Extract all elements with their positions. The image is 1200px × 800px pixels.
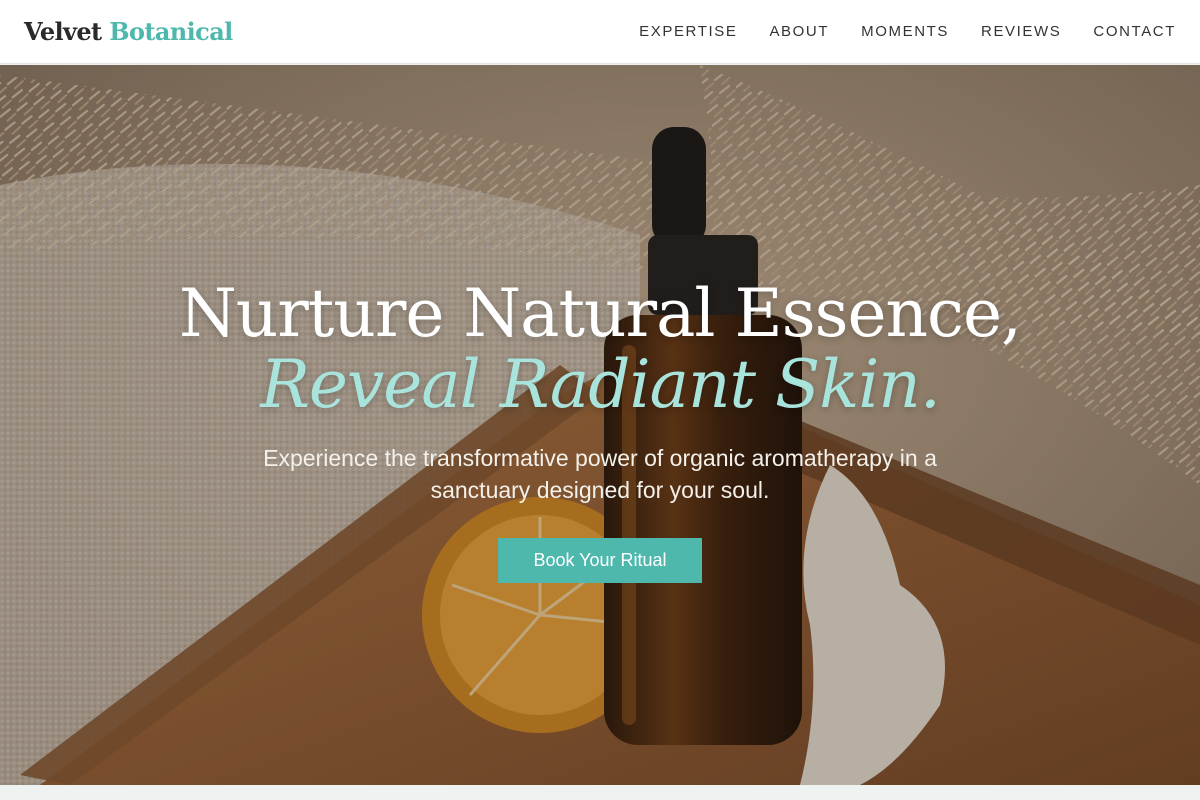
hero-section: Nurture Natural Essence, Reveal Radiant … [0, 65, 1200, 785]
brand-word-velvet: Velvet [24, 17, 102, 46]
nav-link-moments[interactable]: MOMENTS [861, 23, 949, 40]
brand-word-botanical: Botanical [109, 17, 233, 46]
next-section-edge [0, 785, 1200, 800]
book-your-ritual-button[interactable]: Book Your Ritual [498, 538, 702, 583]
nav-link-contact[interactable]: CONTACT [1093, 23, 1176, 40]
nav-link-reviews[interactable]: REVIEWS [981, 23, 1061, 40]
hero-subtitle: Experience the transformative power of o… [263, 445, 937, 503]
nav-link-about[interactable]: ABOUT [769, 23, 829, 40]
nav-link-expertise[interactable]: EXPERTISE [639, 23, 737, 40]
hero-headline-line1: Nurture Natural Essence, [178, 275, 1022, 352]
site-header: Velvet Botanical EXPERTISE ABOUT MOMENTS… [0, 0, 1200, 64]
hero-headline-line2: Reveal Radiant Skin. [260, 346, 941, 423]
hero-content: Nurture Natural Essence, Reveal Radiant … [0, 65, 1200, 785]
main-nav: EXPERTISE ABOUT MOMENTS REVIEWS CONTACT [639, 23, 1176, 40]
brand-logo[interactable]: Velvet Botanical [24, 17, 233, 46]
